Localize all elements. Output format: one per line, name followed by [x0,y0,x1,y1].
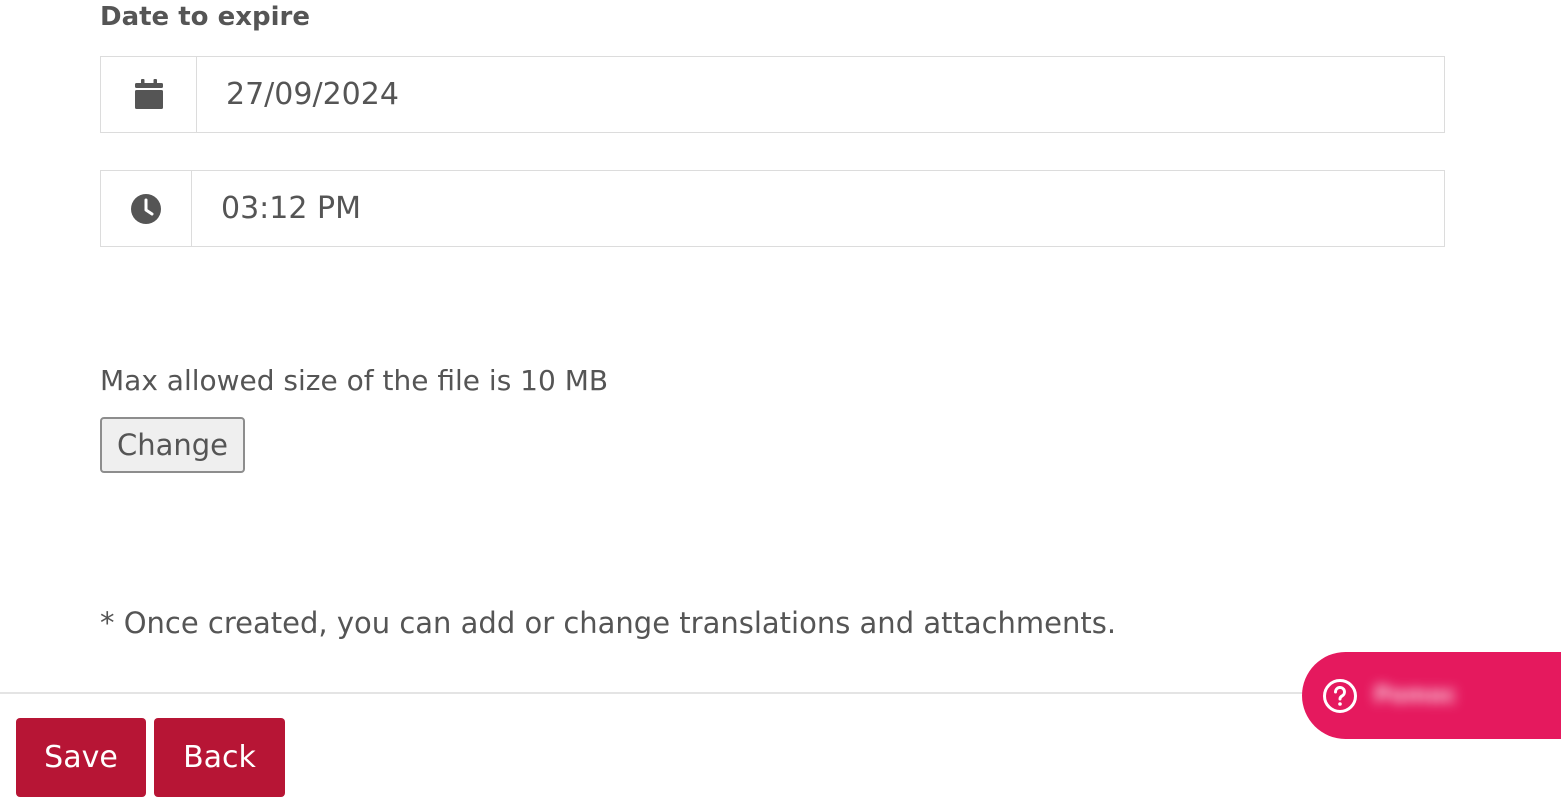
save-button[interactable]: Save [16,718,146,797]
clock-icon[interactable] [101,171,192,246]
expiry-date-label: Date to expire [100,2,310,32]
help-widget-button[interactable]: Pomoc [1302,652,1561,739]
help-widget-label: Pomoc [1374,683,1457,708]
back-button[interactable]: Back [154,718,285,797]
max-file-size-note: Max allowed size of the file is 10 MB [100,364,609,397]
translations-footnote: * Once created, you can add or change tr… [100,606,1117,640]
change-file-button[interactable]: Change [100,417,245,473]
expiry-date-input[interactable] [197,57,1444,132]
question-circle-icon [1323,678,1357,713]
expiry-time-group [100,170,1445,247]
expiry-time-input[interactable] [192,171,1444,246]
expiry-date-group [100,56,1445,133]
calendar-icon[interactable] [101,57,197,132]
